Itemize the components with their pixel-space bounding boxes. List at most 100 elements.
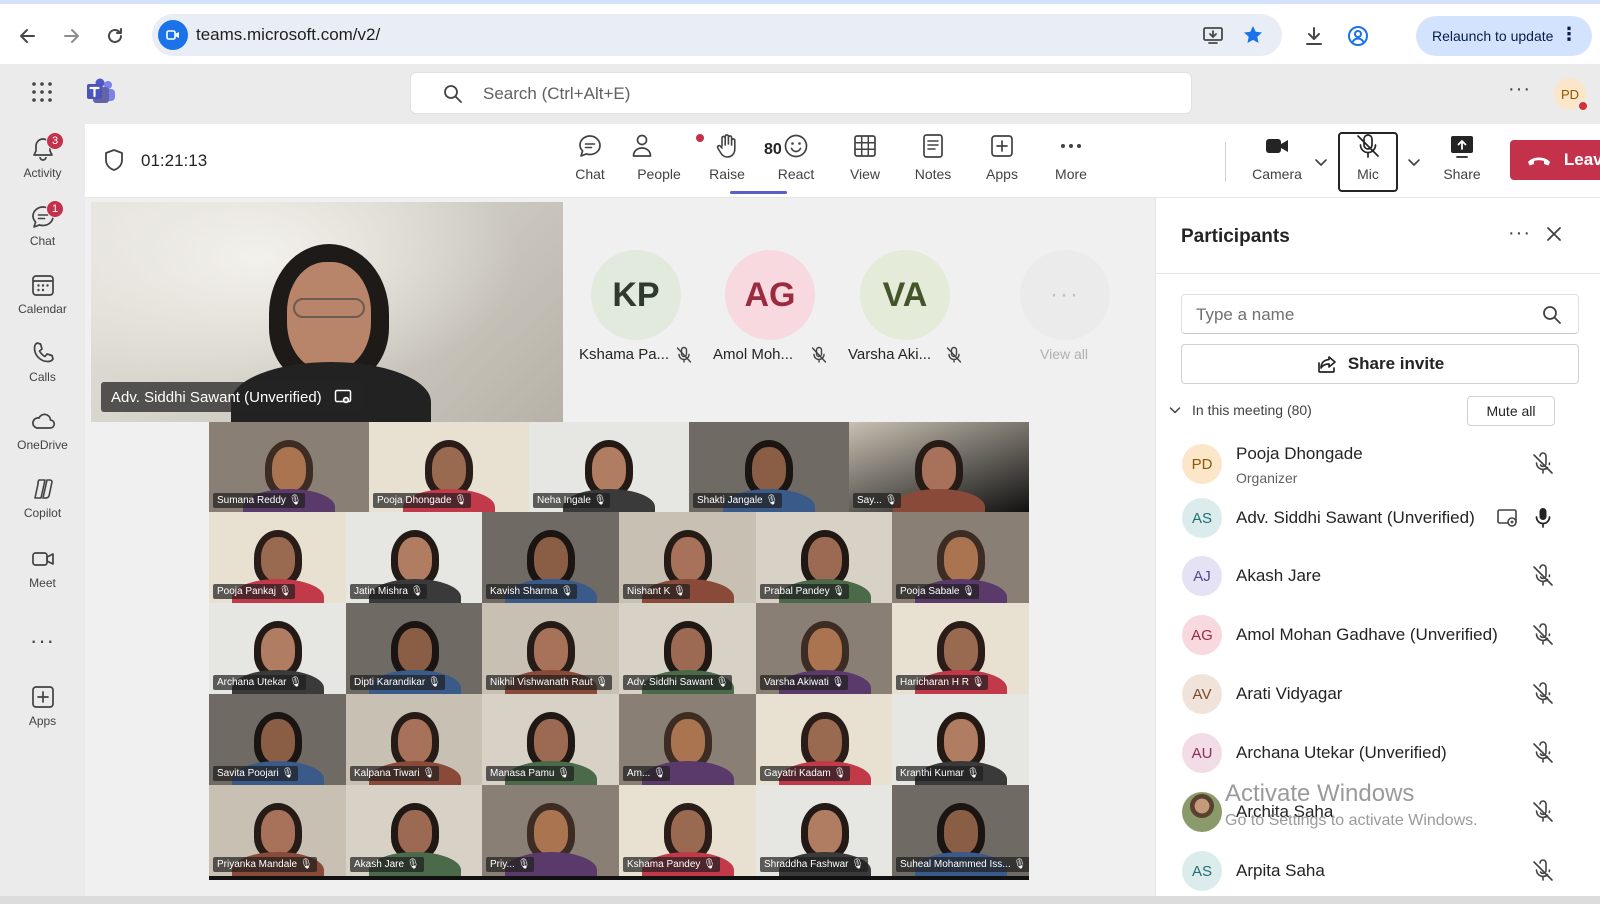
video-tile[interactable]: Pooja Dhongade 🎙: [369, 422, 529, 512]
close-icon[interactable]: [1544, 224, 1564, 244]
url-text[interactable]: teams.microsoft.com/v2/: [196, 25, 380, 45]
video-tile[interactable]: Nishant K 🎙: [619, 512, 756, 603]
more-apps-icon[interactable]: ···: [30, 628, 55, 654]
participant-row[interactable]: AV Arati Vidyagar: [1156, 666, 1600, 722]
tile-name-label: Kalpana Tiwari 🎙: [350, 766, 440, 781]
more-button[interactable]: More: [1038, 132, 1104, 192]
participant-row[interactable]: AG Amol Mohan Gadhave (Unverified): [1156, 607, 1600, 663]
video-tile[interactable]: Varsha Akiwati 🎙: [756, 603, 893, 694]
rail-item-meet[interactable]: Meet: [0, 540, 85, 604]
download-icon[interactable]: [1302, 24, 1326, 48]
more-options-icon[interactable]: ···: [1508, 222, 1531, 245]
my-avatar[interactable]: PD: [1554, 78, 1589, 112]
reload-button[interactable]: [101, 22, 129, 50]
chevron-down-icon[interactable]: [1406, 154, 1422, 170]
video-tile[interactable]: Prabal Pandey 🎙: [756, 512, 893, 603]
profile-icon[interactable]: [1346, 24, 1370, 48]
video-tile[interactable]: Kranthi Kumar 🎙: [892, 694, 1029, 785]
install-app-icon[interactable]: [1202, 24, 1224, 46]
site-info-icon[interactable]: [158, 20, 188, 50]
video-tile[interactable]: Haricharan H R 🎙: [892, 603, 1029, 694]
mic-off-icon[interactable]: [1531, 682, 1555, 706]
participant-row[interactable]: AS Adv. Siddhi Sawant (Unverified): [1156, 490, 1600, 546]
video-tile[interactable]: Sumana Reddy 🎙: [209, 422, 369, 512]
view-all-label[interactable]: View all: [1040, 346, 1088, 362]
chat-button[interactable]: Chat: [557, 132, 623, 192]
notes-button[interactable]: Notes: [900, 132, 966, 192]
mute-all-button[interactable]: Mute all: [1467, 396, 1555, 426]
video-tile[interactable]: Archana Utekar 🎙: [209, 603, 346, 694]
video-tile[interactable]: Suheal Mohammed Iss... 🎙: [892, 785, 1029, 876]
leave-button[interactable]: Leave: [1510, 140, 1600, 180]
video-tile[interactable]: Shakti Jangale 🎙: [689, 422, 849, 512]
rail-item-calls[interactable]: Calls: [0, 334, 85, 398]
participant-search[interactable]: [1181, 294, 1579, 334]
in-meeting-section-toggle[interactable]: In this meeting (80): [1168, 402, 1312, 418]
video-tile[interactable]: Savita Poojari 🎙: [209, 694, 346, 785]
video-tile[interactable]: Nikhil Vishwanath Raut 🎙: [482, 603, 619, 694]
relaunch-button[interactable]: Relaunch to update ⋮: [1416, 16, 1592, 56]
mic-button[interactable]: Mic: [1335, 132, 1401, 192]
mic-off-icon[interactable]: [1531, 623, 1555, 647]
apps-button[interactable]: Apps: [969, 132, 1035, 192]
video-tile[interactable]: Kavish Sharma 🎙: [482, 512, 619, 603]
mic-off-icon[interactable]: [1531, 564, 1555, 588]
participant-row[interactable]: AU Archana Utekar (Unverified): [1156, 725, 1600, 781]
rail-item-chat[interactable]: Chat 1: [0, 198, 85, 262]
video-tile[interactable]: Kshama Pandey 🎙: [619, 785, 756, 876]
raise-hand-button[interactable]: Raise: [694, 132, 760, 192]
video-tile[interactable]: Priyanka Mandale 🎙: [209, 785, 346, 876]
view-all-button[interactable]: ···: [1020, 250, 1110, 340]
video-person: [432, 447, 466, 492]
video-tile[interactable]: Adv. Siddhi Sawant 🎙: [619, 603, 756, 694]
shield-icon[interactable]: [103, 148, 125, 172]
video-tile[interactable]: Say... 🎙: [849, 422, 1029, 512]
people-button[interactable]: People: [626, 132, 692, 192]
search-box[interactable]: [410, 72, 1192, 114]
camera-button[interactable]: Camera: [1244, 132, 1310, 192]
chevron-down-icon[interactable]: [1313, 154, 1329, 170]
video-tile[interactable]: Priy... 🎙: [482, 785, 619, 876]
video-tile[interactable]: Neha Ingale 🎙: [529, 422, 689, 512]
participant-row[interactable]: PD Pooja Dhongade Organizer: [1156, 436, 1600, 492]
view-button[interactable]: View: [832, 132, 898, 192]
react-button[interactable]: React: [763, 132, 829, 192]
mic-off-icon[interactable]: [1531, 452, 1555, 476]
mic-icon[interactable]: [1531, 506, 1555, 530]
rail-item-apps[interactable]: Apps: [0, 678, 85, 742]
video-tile[interactable]: Gayatri Kadam 🎙: [756, 694, 893, 785]
rail-item-onedrive[interactable]: OneDrive: [0, 402, 85, 466]
video-tile[interactable]: Pooja Sabale 🎙: [892, 512, 1029, 603]
pinned-video-tile[interactable]: Adv. Siddhi Sawant (Unverified): [91, 202, 563, 422]
rail-item-calendar[interactable]: Calendar: [0, 266, 85, 330]
search-input[interactable]: [483, 81, 1163, 107]
mic-off-icon[interactable]: [1531, 800, 1555, 824]
mic-off-icon[interactable]: [1531, 741, 1555, 765]
participant-row[interactable]: AS Arpita Saha: [1156, 843, 1600, 899]
participant-row[interactable]: AJ Akash Jare: [1156, 548, 1600, 604]
participant-avatar-kp[interactable]: KP: [591, 250, 681, 340]
rail-item-copilot[interactable]: Copilot: [0, 470, 85, 534]
back-button[interactable]: [14, 22, 42, 50]
participant-row[interactable]: Archita Saha: [1156, 784, 1600, 840]
star-bookmark-icon[interactable]: [1242, 24, 1264, 46]
video-tile[interactable]: Manasa Pamu 🎙: [482, 694, 619, 785]
app-launcher-icon[interactable]: [30, 80, 54, 104]
video-tile[interactable]: Akash Jare 🎙: [346, 785, 483, 876]
video-tile[interactable]: Pooja Pankaj 🎙: [209, 512, 346, 603]
video-tile[interactable]: Dipti Karandikar 🎙: [346, 603, 483, 694]
video-tile[interactable]: Jatin Mishra 🎙: [346, 512, 483, 603]
participant-avatar-ag[interactable]: AG: [725, 250, 815, 340]
mic-off-icon[interactable]: [1531, 859, 1555, 883]
address-bar[interactable]: teams.microsoft.com/v2/: [152, 14, 1282, 56]
participant-avatar-va[interactable]: VA: [860, 250, 950, 340]
share-button[interactable]: Share: [1429, 132, 1495, 192]
more-options-icon[interactable]: ···: [1508, 78, 1531, 101]
video-tile[interactable]: Shraddha Fashwar 🎙: [756, 785, 893, 876]
forward-button[interactable]: [57, 22, 85, 50]
share-invite-button[interactable]: Share invite: [1181, 344, 1579, 384]
video-tile[interactable]: Am... 🎙: [619, 694, 756, 785]
video-tile[interactable]: Kalpana Tiwari 🎙: [346, 694, 483, 785]
rail-item-activity[interactable]: Activity 3: [0, 130, 85, 194]
participant-search-input[interactable]: [1196, 303, 1526, 327]
